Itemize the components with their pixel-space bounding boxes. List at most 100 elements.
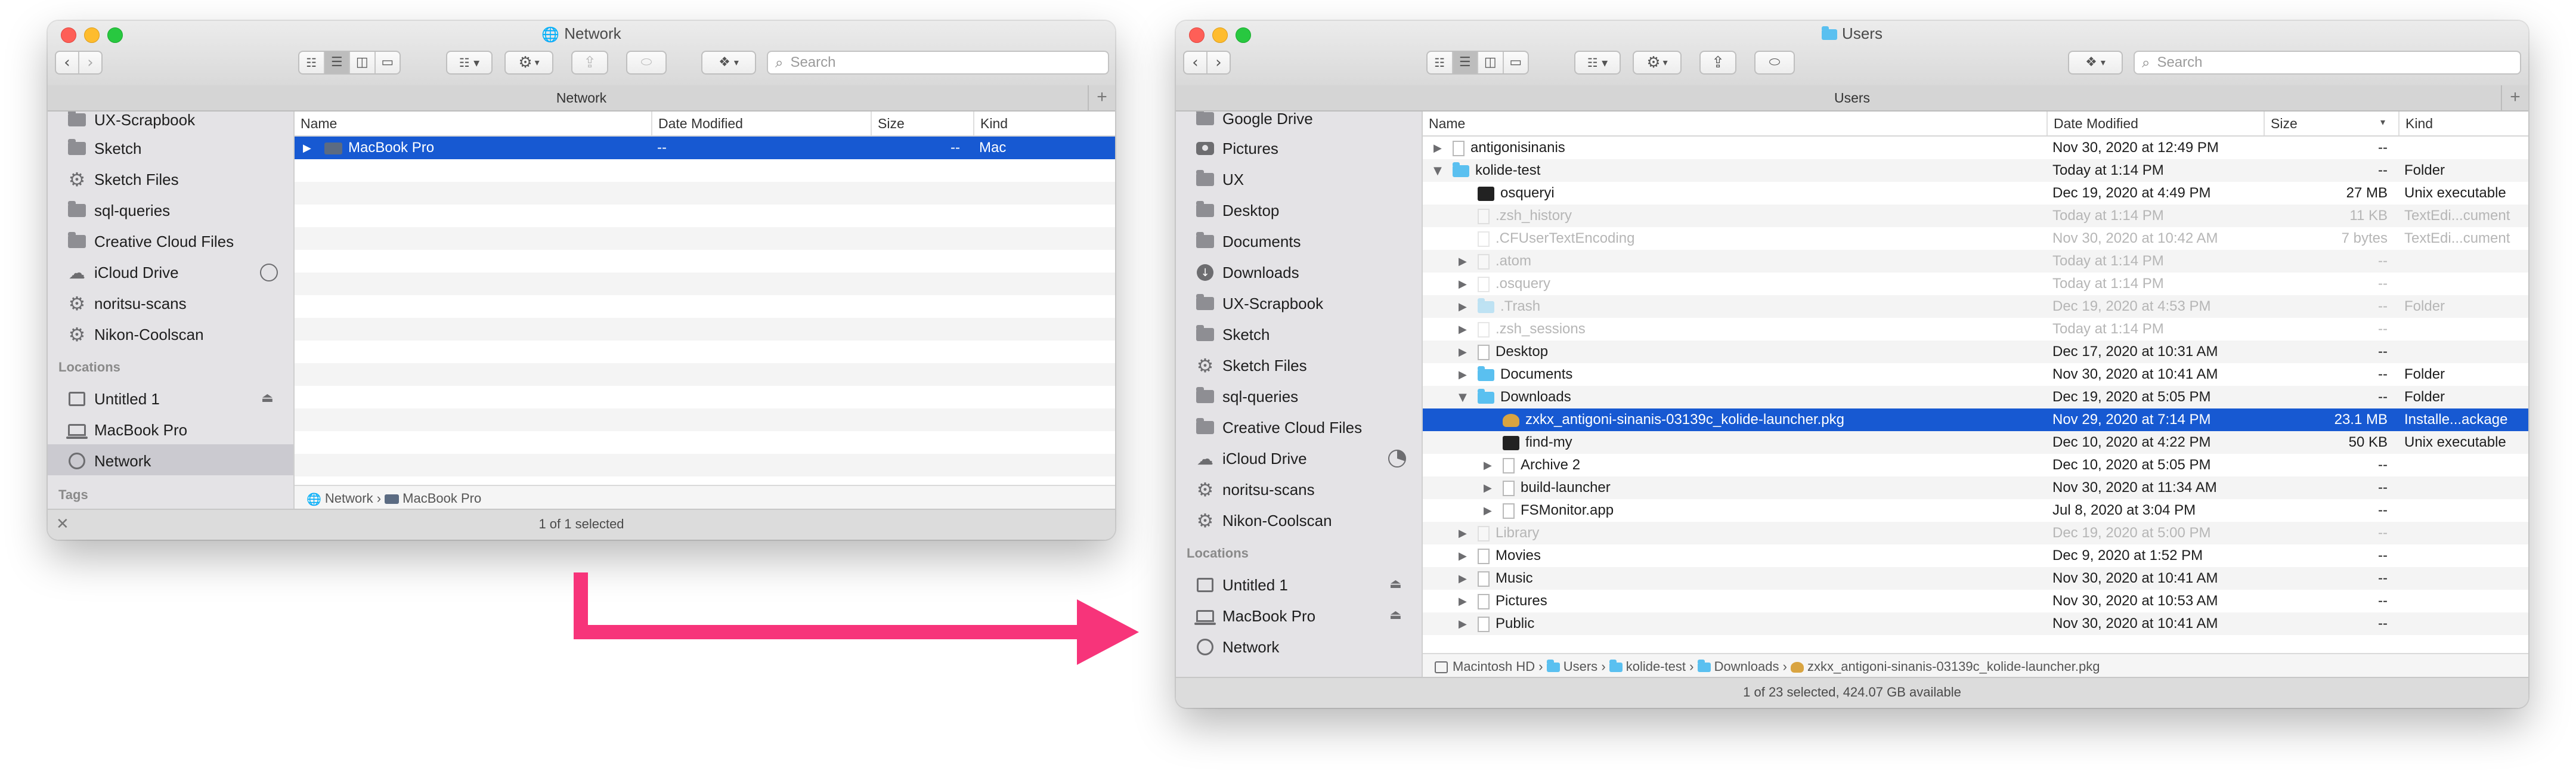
sidebar-item-noritsu-scans[interactable]: ⚙ noritsu-scans xyxy=(1195,475,1315,504)
table-row[interactable]: ▶ Pictures Nov 30, 2020 at 10:53 AM -- xyxy=(1423,590,2528,612)
sidebar-item-sql-queries[interactable]: sql-queries xyxy=(67,196,170,225)
table-row[interactable]: zxkx_antigoni-sinanis-03139c_kolide-laun… xyxy=(1423,408,2528,431)
table-row[interactable]: ▶ Documents Nov 30, 2020 at 10:41 AM -- Fold… xyxy=(1423,363,2528,386)
disclosure-closed-icon[interactable]: ▶ xyxy=(1459,527,1467,540)
table-row[interactable]: ▶ antigonisinanis Nov 30, 2020 at 12:49 PM… xyxy=(1423,137,2528,159)
disclosure-closed-icon[interactable]: ▶ xyxy=(1459,618,1467,630)
list-view-button[interactable]: ☰ xyxy=(1453,52,1478,73)
sidebar-item-desktop[interactable]: Desktop xyxy=(1195,196,1279,225)
tags-button[interactable]: ⬭ xyxy=(1754,51,1795,75)
sidebar-item-documents[interactable]: Documents xyxy=(1195,227,1301,256)
list-view-button[interactable]: ☰ xyxy=(324,52,350,73)
icon-view-button[interactable]: ☷ xyxy=(1428,52,1453,73)
sidebar-item-sketch[interactable]: Sketch xyxy=(1195,320,1270,349)
table-row[interactable]: ▼ Downloads Dec 19, 2020 at 5:05 PM -- Folde… xyxy=(1423,386,2528,408)
disclosure-closed-icon[interactable]: ▶ xyxy=(1459,550,1467,562)
path-pkg-file[interactable]: zxkx_antigoni-sinanis-03139c_kolide-laun… xyxy=(1807,659,2100,674)
column-kind[interactable]: Kind xyxy=(2398,112,2528,135)
search-field[interactable]: ⌕ Search xyxy=(767,51,1109,75)
column-view-button[interactable]: ◫ xyxy=(1478,52,1504,73)
sidebar-item-icloud-drive[interactable]: ☁ iCloud Drive xyxy=(1195,444,1307,473)
disclosure-closed-icon[interactable]: ▶ xyxy=(1433,142,1442,154)
eject-icon[interactable]: ⏏ xyxy=(1389,608,1402,623)
disclosure-closed-icon[interactable]: ▶ xyxy=(1459,595,1467,608)
sidebar-item-google-drive[interactable]: Google Drive xyxy=(1195,112,1313,133)
sidebar-item-macbook-pro[interactable]: MacBook Pro xyxy=(66,416,187,444)
table-row[interactable]: ▶ .Trash Dec 19, 2020 at 4:53 PM -- Folder xyxy=(1423,295,2528,318)
path-network[interactable]: Network xyxy=(325,491,373,506)
disclosure-closed-icon[interactable]: ▶ xyxy=(1484,504,1492,517)
column-kind[interactable]: Kind xyxy=(973,112,1115,135)
back-button[interactable]: ‹ xyxy=(56,52,79,73)
share-button[interactable]: ⇪ xyxy=(1699,51,1736,75)
tab-users[interactable]: Users xyxy=(1834,90,1870,106)
disclosure-closed-icon[interactable]: ▶ xyxy=(1459,323,1467,336)
disclosure-triangle-icon[interactable]: ▶ xyxy=(303,142,311,154)
forward-button[interactable]: › xyxy=(79,52,101,73)
column-date-modified[interactable]: Date Modified xyxy=(2046,112,2264,135)
path-macintosh-hd[interactable]: Macintosh HD xyxy=(1453,659,1535,674)
table-row-macbook-pro[interactable]: ▶ MacBook Pro -- -- Mac xyxy=(295,137,1115,159)
table-row[interactable]: ▶ Public Nov 30, 2020 at 10:41 AM -- xyxy=(1423,612,2528,635)
column-size[interactable]: Size xyxy=(871,112,973,135)
table-row[interactable]: ▶ Desktop Dec 17, 2020 at 10:31 AM -- xyxy=(1423,341,2528,363)
icon-view-button[interactable]: ☷ xyxy=(299,52,325,73)
table-row[interactable]: ▶ .zsh_sessions Today at 1:14 PM -- xyxy=(1423,318,2528,341)
table-row[interactable]: .CFUserTextEncoding Nov 30, 2020 at 10:42… xyxy=(1423,227,2528,250)
sidebar-item-ux-scrapbook[interactable]: UX-Scrapbook xyxy=(67,112,195,134)
path-macbook-pro[interactable]: MacBook Pro xyxy=(402,491,481,506)
sidebar-item-sql-queries[interactable]: sql-queries xyxy=(1195,382,1298,411)
column-name[interactable]: Name xyxy=(295,112,651,135)
sidebar-item-noritsu-scans[interactable]: ⚙ noritsu-scans xyxy=(67,289,187,318)
table-row[interactable]: .zsh_history Today at 1:14 PM 11 KB TextEdi… xyxy=(1423,205,2528,227)
column-name[interactable]: Name xyxy=(1423,112,2046,135)
eject-icon[interactable]: ⏏ xyxy=(1389,577,1402,592)
disclosure-closed-icon[interactable]: ▶ xyxy=(1459,369,1467,381)
action-button[interactable]: ⚙ ▾ xyxy=(1633,51,1682,75)
sidebar-toggle-icon[interactable]: ✕ xyxy=(56,510,69,538)
gallery-view-button[interactable]: ▭ xyxy=(1504,52,1528,73)
back-forward-buttons[interactable]: ‹ › xyxy=(1183,51,1231,75)
tags-button[interactable]: ⬭ xyxy=(626,51,667,75)
disclosure-closed-icon[interactable]: ▶ xyxy=(1459,346,1467,358)
disclosure-closed-icon[interactable]: ▶ xyxy=(1459,572,1467,585)
sidebar-item-network[interactable]: Network xyxy=(1195,633,1279,661)
sidebar-item-ux-scrapbook[interactable]: UX-Scrapbook xyxy=(1195,289,1323,318)
group-button[interactable]: ☷ ▾ xyxy=(446,51,493,75)
disclosure-open-icon[interactable]: ▼ xyxy=(1433,165,1442,177)
sidebar-item-ux[interactable]: UX xyxy=(1195,165,1244,194)
sidebar-item-sketch[interactable]: Sketch xyxy=(67,134,142,163)
table-row[interactable]: ▶ Archive 2 Dec 10, 2020 at 5:05 PM -- xyxy=(1423,454,2528,476)
table-row[interactable]: ▶ FSMonitor.app Jul 8, 2020 at 3:04 PM -- xyxy=(1423,499,2528,522)
disclosure-closed-icon[interactable]: ▶ xyxy=(1484,482,1492,494)
path-downloads[interactable]: Downloads xyxy=(1714,659,1779,674)
dropbox-button[interactable]: ❖ ▾ xyxy=(2068,51,2123,75)
table-row[interactable]: find-my Dec 10, 2020 at 4:22 PM 50 KB Unix … xyxy=(1423,431,2528,454)
sidebar-item-nikon-coolscan[interactable]: ⚙ Nikon-Coolscan xyxy=(67,320,204,349)
disclosure-open-icon[interactable]: ▼ xyxy=(1459,391,1467,404)
table-row[interactable]: ▶ build-launcher Nov 30, 2020 at 11:34 AM -… xyxy=(1423,476,2528,499)
forward-button[interactable]: › xyxy=(1208,52,1230,73)
gallery-view-button[interactable]: ▭ xyxy=(376,52,400,73)
path-users[interactable]: Users xyxy=(1563,659,1597,674)
table-row[interactable]: ▶ Library Dec 19, 2020 at 5:00 PM -- xyxy=(1423,522,2528,544)
tab-network[interactable]: Network xyxy=(556,90,606,106)
disclosure-closed-icon[interactable]: ▶ xyxy=(1484,459,1492,472)
column-date-modified[interactable]: Date Modified xyxy=(651,112,871,135)
table-row[interactable]: ▶ .atom Today at 1:14 PM -- xyxy=(1423,250,2528,273)
disclosure-closed-icon[interactable]: ▶ xyxy=(1459,278,1467,290)
path-kolide-test[interactable]: kolide-test xyxy=(1626,659,1686,674)
sidebar-item-creative-cloud-files[interactable]: Creative Cloud Files xyxy=(1195,413,1362,442)
table-row[interactable]: ▼ kolide-test Today at 1:14 PM -- Folder xyxy=(1423,159,2528,182)
sidebar-item-sketch-files[interactable]: ⚙ Sketch Files xyxy=(67,165,179,194)
sidebar-item-creative-cloud-files[interactable]: Creative Cloud Files xyxy=(67,227,234,256)
sidebar-item-downloads[interactable]: ↓ Downloads xyxy=(1195,258,1299,287)
share-button[interactable]: ⇪ xyxy=(571,51,608,75)
new-tab-button[interactable]: + xyxy=(1088,85,1115,110)
view-mode-control[interactable]: ☷ ☰ ◫ ▭ xyxy=(298,51,401,75)
action-button[interactable]: ⚙ ▾ xyxy=(504,51,553,75)
column-view-button[interactable]: ◫ xyxy=(350,52,376,73)
sidebar-item-network[interactable]: Network xyxy=(67,447,151,475)
sidebar-item-icloud-drive[interactable]: ☁ iCloud Drive xyxy=(67,258,179,287)
disclosure-closed-icon[interactable]: ▶ xyxy=(1459,301,1467,313)
